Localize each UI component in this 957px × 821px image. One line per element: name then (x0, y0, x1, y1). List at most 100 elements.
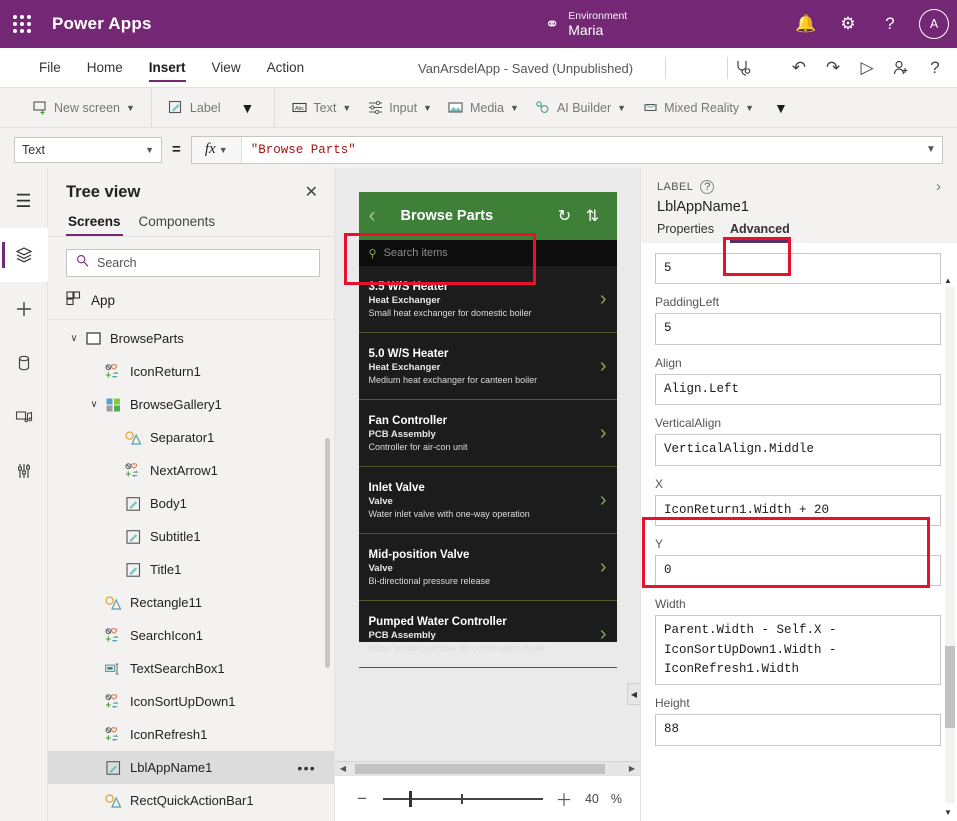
media-button[interactable]: Media ▼ (442, 96, 525, 120)
label-button[interactable]: Label (162, 96, 227, 120)
bell-icon[interactable]: 🔔 (787, 5, 825, 43)
close-icon[interactable]: ✕ (305, 182, 318, 202)
tree-node-rectquickactionbar1[interactable]: RectQuickActionBar1 (48, 784, 334, 817)
tree-node-more-icon[interactable]: ••• (297, 760, 316, 776)
app-header-bar[interactable]: ‹ Browse Parts ↻ ⇅ (359, 192, 617, 240)
redo-icon[interactable]: ↷ (817, 52, 849, 84)
chevron-right-icon[interactable]: › (936, 178, 941, 195)
property-value-input[interactable]: 5 (655, 253, 941, 284)
menu-item-action[interactable]: Action (254, 48, 318, 87)
gallery-item[interactable]: Fan ControllerPCB AssemblyController for… (359, 400, 617, 467)
insert-plus-icon[interactable] (0, 282, 48, 336)
chevron-down-icon[interactable]: ▼ (617, 103, 626, 113)
chevron-down-icon[interactable]: ▼ (342, 103, 351, 113)
label-gallery-chevron-icon[interactable]: ▼ (231, 100, 265, 116)
data-cylinder-icon[interactable] (0, 336, 48, 390)
tree-node-rectangle11[interactable]: Rectangle11 (48, 586, 334, 619)
tab-properties[interactable]: Properties (657, 222, 714, 243)
zoom-slider[interactable] (383, 798, 543, 800)
chevron-left-icon[interactable]: ‹ (369, 204, 397, 228)
formula-expand-chevron-icon[interactable]: ▼ (920, 137, 942, 163)
tree-node-partdetails[interactable]: ›PartDetails (48, 817, 334, 821)
hscroll-track[interactable] (349, 764, 626, 774)
tree-node-lblappname1[interactable]: LblAppName1••• (48, 751, 334, 784)
tab-components[interactable]: Components (137, 210, 218, 236)
sort-updown-icon[interactable]: ⇅ (579, 206, 607, 226)
chevron-right-icon[interactable]: › (594, 556, 607, 579)
refresh-icon[interactable]: ↻ (551, 206, 579, 226)
ribbon-overflow-chevron-icon[interactable]: ▼ (764, 100, 798, 116)
help-icon[interactable]: ? (919, 52, 951, 84)
hamburger-menu-icon[interactable]: ☰ (0, 174, 48, 228)
tree-node-iconreturn1[interactable]: IconReturn1 (48, 355, 334, 388)
tree-node-iconsortupdown1[interactable]: IconSortUpDown1 (48, 685, 334, 718)
gallery-item[interactable]: Inlet ValveValveWater inlet valve with o… (359, 467, 617, 534)
property-selector[interactable]: Text ▼ (14, 137, 162, 163)
app-title-label[interactable]: Browse Parts (401, 208, 551, 224)
tree-node-browsegallery1[interactable]: ∨BrowseGallery1 (48, 388, 334, 421)
scroll-right-arrow-icon[interactable]: ▶ (626, 764, 638, 773)
tree-node-iconrefresh1[interactable]: IconRefresh1 (48, 718, 334, 751)
tree-node-subtitle1[interactable]: Subtitle1 (48, 520, 334, 553)
menu-item-home[interactable]: Home (74, 48, 136, 87)
media-icon[interactable] (0, 390, 48, 444)
chevron-down-icon[interactable]: ▼ (126, 103, 135, 113)
chevron-right-icon[interactable]: › (594, 355, 607, 378)
tree-node-searchicon1[interactable]: SearchIcon1 (48, 619, 334, 652)
property-value-input[interactable]: 0 (655, 555, 941, 586)
text-button[interactable]: Abc Text ▼ (285, 96, 357, 120)
app-checker-stethoscope-icon[interactable] (727, 52, 759, 84)
chevron-expanded-icon[interactable]: ∨ (66, 333, 82, 344)
zoom-slider-thumb[interactable] (409, 791, 412, 807)
collapse-panel-icon[interactable]: ◀ (627, 683, 641, 705)
properties-scrollbar-thumb[interactable] (945, 646, 955, 728)
preview-play-icon[interactable]: ▷ (851, 52, 883, 84)
scroll-up-arrow-icon[interactable]: ▲ (941, 273, 955, 287)
tree-search-input[interactable]: Search (66, 249, 320, 277)
chevron-down-icon[interactable]: ▼ (745, 103, 754, 113)
question-mark-icon[interactable]: ? (871, 5, 909, 43)
tree-node-body1[interactable]: Body1 (48, 487, 334, 520)
zoom-out-button[interactable]: − (353, 789, 371, 809)
undo-icon[interactable]: ↶ (783, 52, 815, 84)
gallery-item[interactable]: Pumped Water ControllerPCB AssemblyWater… (359, 601, 617, 668)
gear-icon[interactable]: ⚙ (829, 5, 867, 43)
advanced-tools-icon[interactable] (0, 444, 48, 498)
new-screen-button[interactable]: New screen ▼ (26, 96, 141, 120)
hscroll-thumb[interactable] (355, 764, 605, 774)
ai-builder-button[interactable]: AI Builder ▼ (529, 96, 632, 120)
tree-node-browseparts[interactable]: ∨BrowseParts (48, 322, 334, 355)
property-value-input[interactable]: VerticalAlign.Middle (655, 434, 941, 465)
property-value-input[interactable]: Align.Left (655, 374, 941, 405)
app-preview-screen[interactable]: ‹ Browse Parts ↻ ⇅ ⚲ Search items 3.5 W/… (359, 192, 617, 642)
property-value-input[interactable]: 88 (655, 714, 941, 745)
share-user-icon[interactable] (885, 52, 917, 84)
canvas-horizontal-scrollbar[interactable]: ◀ ▶ (335, 761, 640, 775)
chevron-down-icon[interactable]: ▼ (510, 103, 519, 113)
scroll-left-arrow-icon[interactable]: ◀ (337, 764, 349, 773)
menu-item-file[interactable]: File (26, 48, 74, 87)
tree-node-title1[interactable]: Title1 (48, 553, 334, 586)
tree-node-textsearchbox1[interactable]: TextSearchBox1 (48, 652, 334, 685)
gallery-item[interactable]: 5.0 W/S HeaterHeat ExchangerMedium heat … (359, 333, 617, 400)
zoom-in-button[interactable]: ＋ (555, 786, 573, 811)
property-value-input[interactable]: IconReturn1.Width + 20 (655, 495, 941, 526)
tree-node-separator1[interactable]: Separator1 (48, 421, 334, 454)
mixed-reality-button[interactable]: Mixed Reality ▼ (636, 96, 760, 120)
scroll-down-arrow-icon[interactable]: ▼ (941, 805, 955, 819)
fx-button[interactable]: fx ▼ (192, 137, 242, 163)
chevron-right-icon[interactable]: › (594, 288, 607, 311)
gallery-item[interactable]: Mid-position ValveValveBi-directional pr… (359, 534, 617, 601)
tab-screens[interactable]: Screens (66, 210, 123, 236)
chevron-right-icon[interactable]: › (594, 422, 607, 445)
input-button[interactable]: Input ▼ (361, 96, 438, 120)
tree-node-nextarrow1[interactable]: NextArrow1 (48, 454, 334, 487)
property-value-input[interactable]: 5 (655, 313, 941, 344)
property-value-input[interactable]: Parent.Width - Self.X - IconSortUpDown1.… (655, 615, 941, 685)
waffle-grid-icon[interactable] (0, 15, 44, 33)
chevron-right-icon[interactable]: › (594, 489, 607, 512)
chevron-expanded-icon[interactable]: ∨ (86, 399, 102, 410)
gallery-item[interactable]: 3.5 W/S HeaterHeat ExchangerSmall heat e… (359, 266, 617, 333)
tree-scrollbar-thumb[interactable] (325, 438, 330, 668)
chevron-down-icon[interactable]: ▼ (423, 103, 432, 113)
